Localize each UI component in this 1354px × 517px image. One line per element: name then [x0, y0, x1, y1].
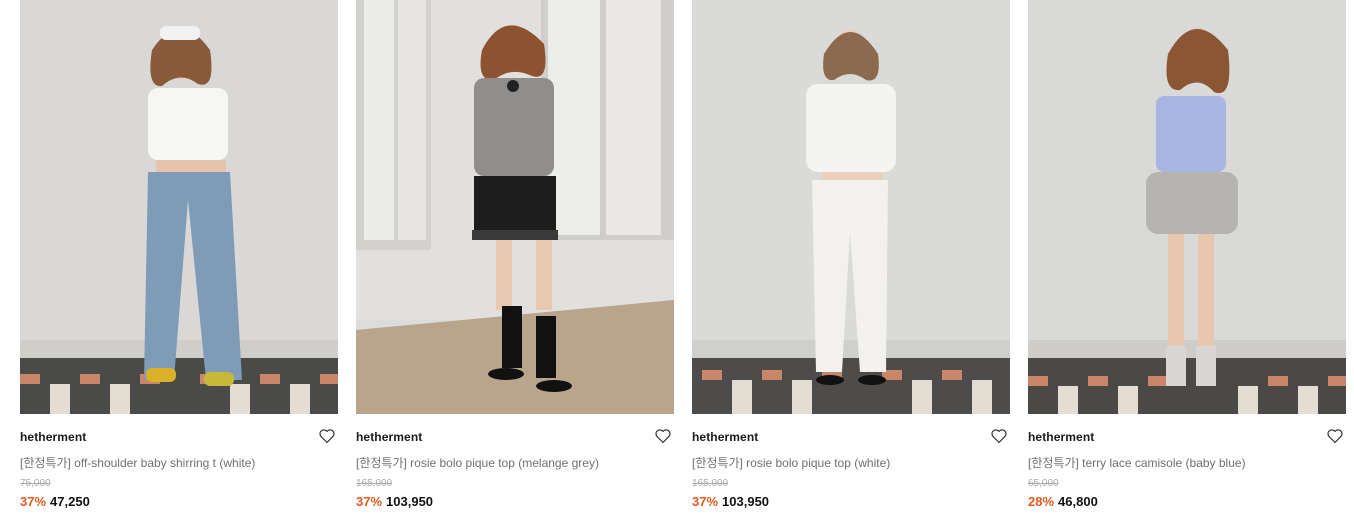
sale-price: 46,800	[1058, 494, 1098, 509]
product-image[interactable]	[692, 0, 1010, 414]
product-name[interactable]: [한정특가] rosie bolo pique top (white)	[692, 454, 890, 471]
product-card[interactable]: hetherment [한정특가] off-shoulder baby shir…	[20, 0, 338, 517]
product-card[interactable]: hetherment [한정특가] rosie bolo pique top (…	[356, 0, 674, 517]
price-row: 37% 47,250	[20, 494, 90, 509]
product-image[interactable]	[356, 0, 674, 414]
discount-rate: 37%	[20, 494, 47, 509]
product-card[interactable]: hetherment [한정특가] terry lace camisole (b…	[1028, 0, 1346, 517]
original-price: 65,000	[1028, 478, 1059, 489]
original-price: 75,000	[20, 478, 51, 489]
price-row: 37% 103,950	[692, 494, 769, 509]
heart-outline-icon[interactable]	[1326, 427, 1344, 445]
product-image[interactable]	[1028, 0, 1346, 414]
product-name[interactable]: [한정특가] terry lace camisole (baby blue)	[1028, 454, 1246, 471]
brand-name[interactable]: hetherment	[20, 430, 86, 444]
discount-rate: 37%	[692, 494, 719, 509]
brand-name[interactable]: hetherment	[692, 430, 758, 444]
product-name[interactable]: [한정특가] off-shoulder baby shirring t (whi…	[20, 454, 255, 471]
heart-outline-icon[interactable]	[990, 427, 1008, 445]
brand-name[interactable]: hetherment	[1028, 430, 1094, 444]
original-price: 165,000	[692, 478, 729, 489]
heart-outline-icon[interactable]	[318, 427, 336, 445]
sale-price: 103,950	[386, 494, 434, 509]
discount-rate: 28%	[1028, 494, 1055, 509]
heart-outline-icon[interactable]	[654, 427, 672, 445]
price-row: 37% 103,950	[356, 494, 433, 509]
discount-rate: 37%	[356, 494, 383, 509]
product-image[interactable]	[20, 0, 338, 414]
sale-price: 103,950	[722, 494, 770, 509]
brand-name[interactable]: hetherment	[356, 430, 422, 444]
product-name[interactable]: [한정특가] rosie bolo pique top (melange gre…	[356, 454, 599, 471]
sale-price: 47,250	[50, 494, 90, 509]
product-grid: hetherment [한정특가] off-shoulder baby shir…	[20, 0, 1346, 517]
product-card[interactable]: hetherment [한정특가] rosie bolo pique top (…	[692, 0, 1010, 517]
price-row: 28% 46,800	[1028, 494, 1098, 509]
original-price: 165,000	[356, 478, 393, 489]
